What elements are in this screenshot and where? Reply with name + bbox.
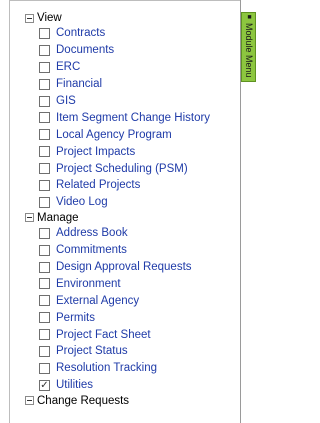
menu-item-link[interactable]: Local Agency Program [56,129,172,141]
checkbox[interactable] [39,362,50,374]
checkbox[interactable] [39,227,50,239]
menu-item-link[interactable]: External Agency [56,295,139,307]
checkbox[interactable] [39,261,50,273]
checkbox[interactable] [39,278,50,290]
menu-item-link[interactable]: Permits [56,312,95,324]
checkbox[interactable] [39,295,50,307]
menu-item-link[interactable]: Design Approval Requests [56,261,192,273]
checkbox[interactable] [39,61,50,73]
checkbox[interactable] [39,129,50,141]
group-title: Change Requests [37,394,130,407]
menu-item-link[interactable]: Project Scheduling (PSM) [56,163,188,175]
menu-item[interactable]: Project Status [25,343,240,360]
checkbox[interactable] [39,78,50,90]
checkbox[interactable] [39,163,50,175]
arrow-icon: ■ [246,14,253,21]
menu-item[interactable]: Commitments [25,242,240,259]
menu-item[interactable]: Item Segment Change History [25,109,240,126]
group-header-manage[interactable]: Manage [25,211,240,225]
checkbox[interactable] [39,146,50,158]
menu-item[interactable]: Resolution Tracking [25,360,240,377]
collapse-icon[interactable] [25,13,34,23]
menu-item-link[interactable]: Environment [56,278,121,290]
menu-item[interactable]: ERC [25,59,240,76]
menu-item[interactable]: Video Log [25,194,240,211]
menu-item[interactable]: Local Agency Program [25,126,240,143]
checkbox[interactable] [39,179,50,191]
module-tree: View Contracts Documents ERC Financial GIS Ite… [25,11,240,408]
menu-item[interactable]: Project Fact Sheet [25,326,240,343]
group-title: View [37,12,62,24]
menu-item[interactable]: GIS [25,93,240,110]
checkbox[interactable] [39,27,50,39]
module-menu-tab-label: ■ Module Menu [244,14,254,78]
menu-item[interactable]: Address Book [25,225,240,242]
menu-item-link[interactable]: Resolution Tracking [56,362,157,374]
module-menu-panel: View Contracts Documents ERC Financial GIS Ite… [9,0,241,423]
module-menu-tab[interactable]: ■ Module Menu [241,12,256,82]
menu-item-link[interactable]: GIS [56,95,76,107]
menu-item[interactable]: Environment [25,275,240,292]
collapse-icon[interactable] [25,396,34,406]
menu-item-link[interactable]: ERC [56,61,80,73]
menu-item-link[interactable]: Item Segment Change History [56,112,210,124]
menu-item[interactable]: Permits [25,309,240,326]
group-header-change-requests[interactable]: Change Requests [25,394,240,408]
checkbox[interactable] [39,329,50,341]
checkbox[interactable] [39,345,50,357]
checkbox[interactable] [39,112,50,124]
menu-item-link[interactable]: Address Book [56,227,128,239]
menu-item-link[interactable]: Project Impacts [56,146,135,158]
checkbox[interactable] [39,312,50,324]
menu-item-link[interactable]: Financial [56,78,102,90]
checkbox[interactable] [39,95,50,107]
menu-item[interactable]: Project Impacts [25,143,240,160]
menu-item[interactable]: Related Projects [25,177,240,194]
menu-item-link[interactable]: Video Log [56,196,108,208]
collapse-icon[interactable] [25,213,34,223]
menu-item[interactable]: Contracts [25,25,240,42]
menu-item-link[interactable]: Project Status [56,345,128,357]
menu-item[interactable]: ✓ Utilities [25,377,240,394]
menu-item[interactable]: Financial [25,76,240,93]
menu-item[interactable]: Project Scheduling (PSM) [25,160,240,177]
checkbox[interactable] [39,196,50,208]
menu-item-link[interactable]: Project Fact Sheet [56,329,151,341]
menu-item[interactable]: Design Approval Requests [25,259,240,276]
menu-item-link[interactable]: Contracts [56,27,105,39]
menu-item[interactable]: External Agency [25,292,240,309]
group-title: Manage [37,211,79,224]
menu-item-link[interactable]: Documents [56,44,114,56]
menu-item[interactable]: Documents [25,42,240,59]
checkbox[interactable]: ✓ [39,379,50,391]
group-header-view[interactable]: View [25,11,240,25]
menu-item-link[interactable]: Commitments [56,244,127,256]
checkbox[interactable] [39,244,50,256]
menu-item-link[interactable]: Related Projects [56,179,140,191]
checkbox[interactable] [39,44,50,56]
menu-item-link[interactable]: Utilities [56,379,93,391]
